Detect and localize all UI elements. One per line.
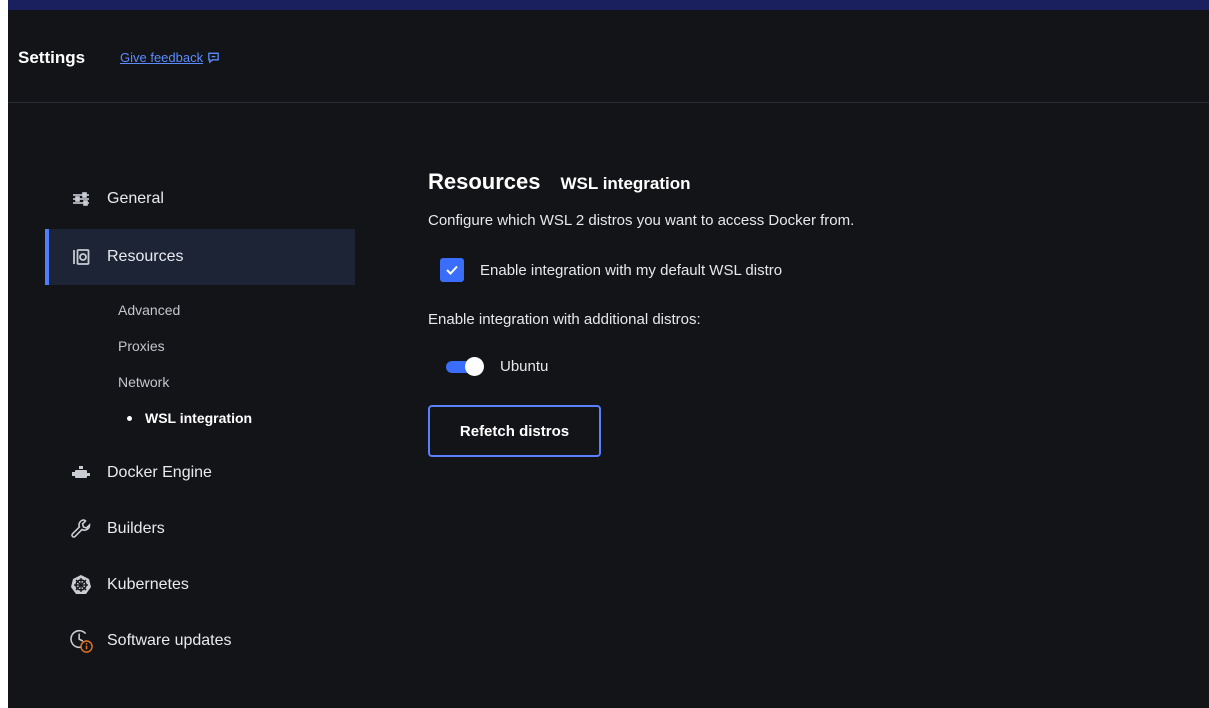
section-description: Configure which WSL 2 distros you want t… [428, 212, 855, 229]
section-title: Resources [428, 169, 541, 194]
sidebar-item-label: General [107, 190, 164, 207]
ubuntu-toggle[interactable] [446, 357, 484, 376]
title-bar-strip [8, 0, 1209, 10]
main-content: Resources WSL integration Configure whic… [428, 103, 1208, 708]
give-feedback-label: Give feedback [120, 50, 204, 65]
give-feedback-link[interactable]: Give feedback [120, 50, 220, 65]
sidebar-item-kubernetes[interactable]: Kubernetes [45, 557, 355, 613]
kubernetes-icon [69, 573, 93, 597]
sidebar-item-label: Kubernetes [107, 576, 189, 593]
sidebar-subitem-network[interactable]: Network [118, 374, 169, 390]
toggle-knob [465, 357, 484, 376]
sliders-icon [69, 187, 93, 211]
default-distro-label: Enable integration with my default WSL d… [480, 261, 783, 279]
current-item-bullet-icon [127, 416, 132, 421]
default-distro-option: Enable integration with my default WSL d… [440, 258, 782, 282]
sidebar-item-resources[interactable]: Resources [45, 229, 355, 285]
sidebar: General Resources Advanced Proxies Netwo… [8, 103, 358, 708]
docker-engine-icon [69, 461, 93, 485]
distro-toggle-row: Ubuntu [446, 357, 549, 376]
section-subtitle: WSL integration [560, 174, 691, 193]
feedback-icon [208, 52, 219, 64]
sidebar-subitem-advanced[interactable]: Advanced [118, 302, 180, 318]
resources-icon [69, 245, 93, 269]
ubuntu-label: Ubuntu [500, 357, 549, 375]
sidebar-item-label: Software updates [107, 632, 232, 649]
settings-window: Settings Give feedback General Resources… [8, 0, 1209, 708]
page-title: Settings [18, 48, 86, 67]
sidebar-item-software-updates[interactable]: Software updates [45, 613, 355, 669]
settings-header: Settings Give feedback [8, 10, 1209, 103]
sidebar-item-label: Builders [107, 520, 165, 537]
sidebar-subitem-wsl-integration[interactable]: WSL integration [145, 410, 252, 426]
sidebar-item-docker-engine[interactable]: Docker Engine [45, 445, 355, 501]
sidebar-item-label: Docker Engine [107, 464, 212, 481]
additional-distros-label: Enable integration with additional distr… [428, 311, 701, 328]
sidebar-item-label: Resources [107, 248, 184, 265]
refetch-distros-button[interactable]: Refetch distros [428, 405, 601, 457]
sidebar-item-builders[interactable]: Builders [45, 501, 355, 557]
checkmark-icon [446, 265, 458, 275]
software-updates-icon [69, 629, 93, 653]
sidebar-subitem-proxies[interactable]: Proxies [118, 338, 165, 354]
sidebar-item-general[interactable]: General [45, 171, 355, 227]
section-title-row: Resources WSL integration [428, 169, 691, 195]
wrench-icon [69, 517, 93, 541]
default-distro-checkbox[interactable] [440, 258, 464, 282]
